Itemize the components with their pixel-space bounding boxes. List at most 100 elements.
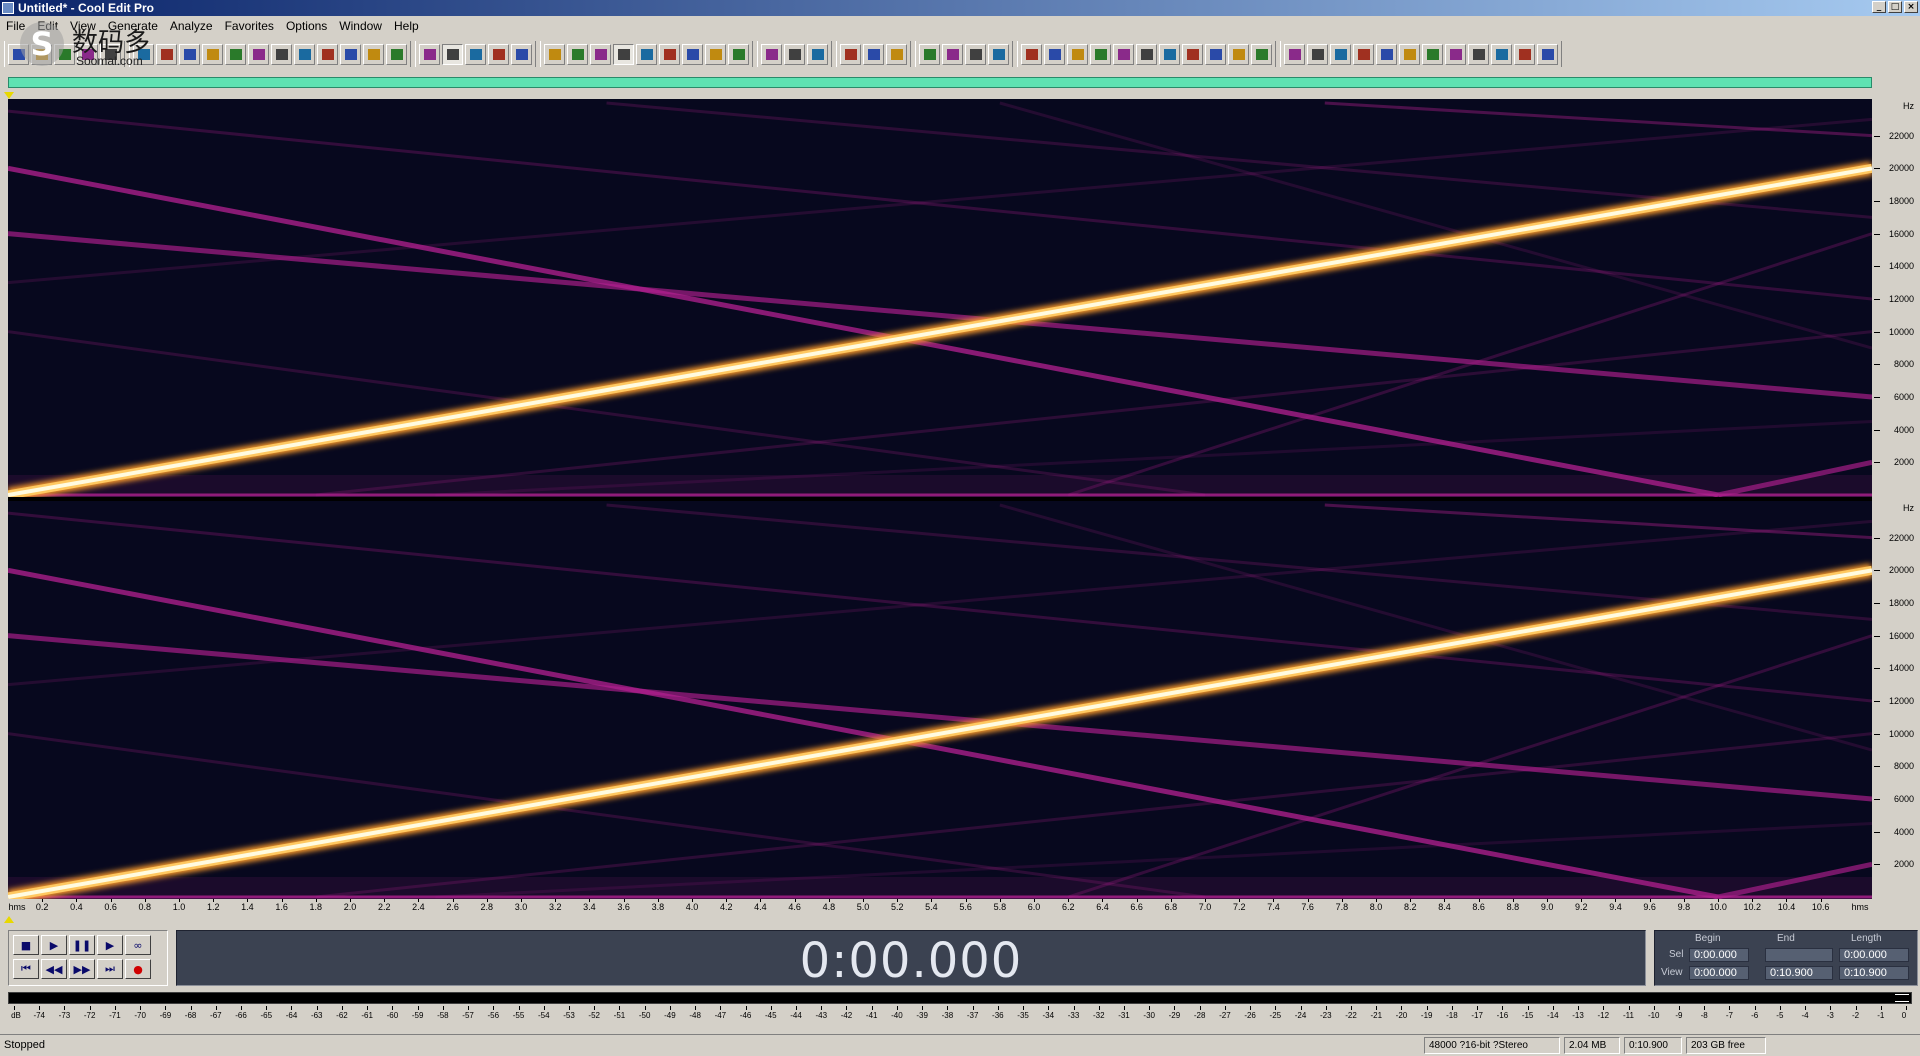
restore-button[interactable]: □ [1888, 1, 1902, 13]
frequency-analysis-button[interactable] [840, 43, 861, 65]
minimize-button[interactable]: _ [1872, 1, 1886, 13]
paste-mix-button[interactable] [294, 43, 315, 65]
cd-button[interactable] [511, 43, 532, 65]
menu-edit[interactable]: Edit [31, 16, 64, 36]
tone-button[interactable] [1468, 43, 1489, 65]
view-end-field[interactable]: 0:10.900 [1765, 966, 1833, 980]
play-looped-button[interactable]: ▶ [97, 935, 123, 955]
close-file-button[interactable] [77, 43, 98, 65]
paste-button[interactable] [271, 43, 292, 65]
redo-button[interactable] [156, 43, 177, 65]
open-button[interactable] [31, 43, 52, 65]
pitch-button[interactable] [1136, 43, 1157, 65]
copy-to-new-button[interactable] [202, 43, 223, 65]
gate-button[interactable] [1251, 43, 1272, 65]
undo-button[interactable] [133, 43, 154, 65]
new-button[interactable] [8, 43, 29, 65]
rewind-button[interactable]: ◀◀ [41, 959, 67, 979]
wave-button[interactable] [1422, 43, 1443, 65]
dtmf-button[interactable] [1514, 43, 1535, 65]
go-start-button[interactable]: ⏮ [13, 959, 39, 979]
start-marker-icon[interactable] [4, 92, 14, 99]
spectral-view-button[interactable] [442, 43, 463, 65]
analyze-button[interactable] [1537, 43, 1558, 65]
silence-button[interactable] [1067, 43, 1088, 65]
title-bar[interactable]: Untitled* - Cool Edit Pro _ □ × [0, 0, 1920, 16]
reverb-button[interactable] [1330, 43, 1351, 65]
markers-button[interactable] [705, 43, 726, 65]
stretch-button[interactable] [1113, 43, 1134, 65]
normalize-button[interactable] [965, 43, 986, 65]
filter-button[interactable] [1228, 43, 1249, 65]
time-ruler[interactable]: hms 0.2 0.4 0.6 0.8 1.0 1.2 1.4 1.6 1.8 2.0 2.2 2.4 2… [8, 899, 1872, 915]
zoom-in-button[interactable] [863, 43, 884, 65]
noise-gen-button[interactable] [1491, 43, 1512, 65]
chorus-button[interactable] [1399, 43, 1420, 65]
help-context-button[interactable] [784, 43, 805, 65]
help-button[interactable] [807, 43, 828, 65]
sample-button[interactable] [682, 43, 703, 65]
brightness-button[interactable] [1182, 43, 1203, 65]
echo-button[interactable] [1353, 43, 1374, 65]
cue-list-button[interactable] [728, 43, 749, 65]
channel-right[interactable] [8, 501, 1872, 899]
overview-range-bar[interactable] [8, 77, 1872, 88]
sel-end-field[interactable] [1765, 948, 1833, 962]
menu-favorites[interactable]: Favorites [219, 16, 280, 36]
end-marker-icon[interactable] [4, 916, 14, 923]
go-end-button[interactable]: ⏭ [97, 959, 123, 979]
cursor-button[interactable] [613, 43, 634, 65]
flanger-button[interactable] [1376, 43, 1397, 65]
fade-button[interactable] [988, 43, 1009, 65]
view-begin-field[interactable]: 0:00.000 [1689, 966, 1749, 980]
menu-help[interactable]: Help [388, 16, 425, 36]
loop-button[interactable]: ∞ [125, 935, 151, 955]
find-button[interactable] [386, 43, 407, 65]
channel-left[interactable] [8, 99, 1872, 497]
eq-button[interactable] [1205, 43, 1226, 65]
envelope-button[interactable] [942, 43, 963, 65]
dc-button[interactable] [1090, 43, 1111, 65]
menu-generate[interactable]: Generate [102, 16, 164, 36]
menu-file[interactable]: File [0, 16, 31, 36]
sel-length-field[interactable]: 0:00.000 [1839, 948, 1909, 962]
level-meter[interactable] [8, 992, 1912, 1004]
view-length-field[interactable]: 0:10.900 [1839, 966, 1909, 980]
play-button[interactable]: ▶ [41, 935, 67, 955]
time-format-button[interactable] [659, 43, 680, 65]
convert-button[interactable] [363, 43, 384, 65]
graphic-eq-button[interactable] [1284, 43, 1305, 65]
spectral-view[interactable] [8, 99, 1872, 899]
fast-forward-button[interactable]: ▶▶ [69, 959, 95, 979]
trim-button[interactable] [179, 43, 200, 65]
save-button[interactable] [54, 43, 75, 65]
multitrack-button[interactable] [488, 43, 509, 65]
amplify-button[interactable] [919, 43, 940, 65]
delay-button[interactable] [1307, 43, 1328, 65]
menu-analyze[interactable]: Analyze [164, 16, 219, 36]
cut-button[interactable] [225, 43, 246, 65]
menu-options[interactable]: Options [280, 16, 333, 36]
scripts-button[interactable] [761, 43, 782, 65]
snap-button[interactable] [590, 43, 611, 65]
copy-button[interactable] [248, 43, 269, 65]
pause-button[interactable]: ❚❚ [69, 935, 95, 955]
loop-button[interactable] [567, 43, 588, 65]
grid-button[interactable] [465, 43, 486, 65]
menu-window[interactable]: Window [333, 16, 388, 36]
waveform-view-button[interactable] [419, 43, 440, 65]
spectrogram-left[interactable] [8, 99, 1872, 497]
invert-button[interactable] [1021, 43, 1042, 65]
save-all-button[interactable] [100, 43, 121, 65]
zoom-out-button[interactable] [886, 43, 907, 65]
app-icon[interactable] [2, 2, 14, 14]
spectrogram-right[interactable] [8, 501, 1872, 899]
menu-view[interactable]: View [64, 16, 102, 36]
stop-button[interactable]: ■ [13, 935, 39, 955]
zoom-sel-button[interactable] [340, 43, 361, 65]
close-button[interactable]: × [1904, 1, 1918, 13]
play-range-button[interactable] [544, 43, 565, 65]
select-button[interactable] [636, 43, 657, 65]
reverse-button[interactable] [1044, 43, 1065, 65]
phaser-button[interactable] [1445, 43, 1466, 65]
